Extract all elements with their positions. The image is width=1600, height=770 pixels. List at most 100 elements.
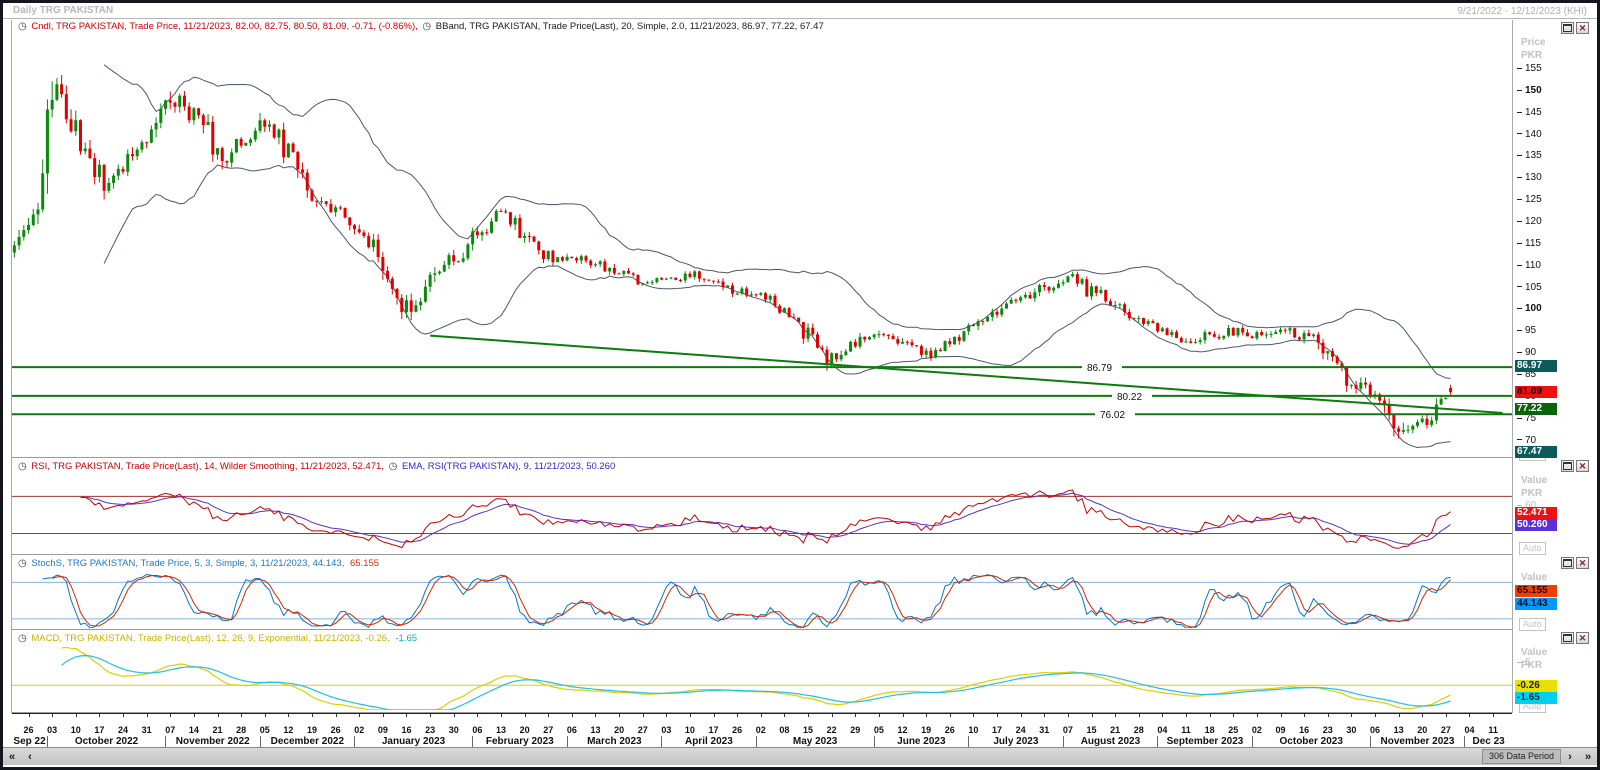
day-label: 23 [1323,725,1333,735]
axis-header: Value [1521,571,1547,584]
price-chart-area[interactable]: 86.7980.2276.02 [12,34,1512,458]
support-line-label: 80.22 [1117,392,1142,403]
value-badge: 52.471 [1515,507,1557,519]
value-tick-label: 5 [1517,657,1531,668]
scroll-far-right-button[interactable]: » [1579,749,1597,764]
rsi-legend: ◷ RSI, TRG PAKISTAN, Trade Price(Last), … [16,461,615,474]
close-icon: ✕ [1579,559,1587,568]
day-tick [1210,714,1211,717]
day-label: 29 [850,725,860,735]
horizontal-scrollbar[interactable]: « ‹ 306 Data Period › » [3,747,1597,765]
rsi-chart-area[interactable] [12,476,1512,552]
axis-auto-toggle[interactable]: Auto [1519,542,1546,555]
day-tick [548,714,549,717]
price-axis: ✕PricePKR1551501451401351301251201151101… [1513,20,1597,458]
day-tick [714,714,715,717]
close-window-button[interactable]: ✕ [1576,632,1589,644]
day-label: 30 [449,725,459,735]
restore-window-button[interactable] [1561,557,1574,569]
price-tick-label: 115 [1517,238,1541,249]
close-window-button[interactable]: ✕ [1576,460,1589,472]
day-tick [147,714,148,717]
title-bar: Daily TRG PAKISTAN 9/21/2022 - 12/12/202… [3,3,1597,19]
day-label: 09 [1275,725,1285,735]
legend-bband-series[interactable]: BBand, TRG PAKISTAN, Trade Price(Last), … [436,21,824,32]
legend-rsi-series[interactable]: RSI, TRG PAKISTAN, Trade Price(Last), 14… [31,461,384,472]
value-badge: 44.143 [1515,598,1557,610]
day-label: 20 [1417,725,1427,735]
day-label: 03 [661,725,671,735]
support-line-label: 76.02 [1100,410,1125,421]
day-label: 23 [425,725,435,735]
price-tick-label: 70 [1517,435,1536,446]
scroll-far-left-button[interactable]: « [3,749,21,764]
day-label: 07 [1063,725,1073,735]
day-label: 02 [354,725,364,735]
restore-window-button[interactable] [1561,22,1574,34]
day-tick [903,714,904,717]
day-label: 31 [1039,725,1049,735]
close-window-button[interactable]: ✕ [1576,557,1589,569]
day-tick [666,714,667,717]
day-label: 11 [1181,725,1191,735]
price-tick-label: 105 [1517,282,1542,293]
day-label: 17 [709,725,719,735]
day-label: 25 [1228,725,1238,735]
day-tick [997,714,998,717]
close-icon: ✕ [1579,462,1587,471]
day-tick [1281,714,1282,717]
day-tick [1092,714,1093,717]
price-panel: ◷ Cndl, TRG PAKISTAN, Trade Price, 11/21… [12,20,1512,458]
stoch-panel: ◷ StochS, TRG PAKISTAN, Trade Price, 5, … [12,555,1512,630]
clock-icon: ◷ [18,633,27,644]
day-label: 12 [898,725,908,735]
restore-window-button[interactable] [1561,460,1574,472]
day-label: 05 [874,725,884,735]
close-icon: ✕ [1579,634,1587,643]
price-tick-label: 130 [1517,172,1542,183]
legend-macd-series[interactable]: MACD, TRG PAKISTAN, Trade Price(Last), 1… [31,633,389,644]
day-tick [359,714,360,717]
day-tick [1351,714,1352,717]
stoch-axis: ✕Value65.15544.143Auto [1513,555,1597,630]
day-label: 02 [1252,725,1262,735]
day-label: 20 [614,725,624,735]
day-tick [1328,714,1329,717]
day-tick [619,714,620,717]
close-window-button[interactable]: ✕ [1576,22,1589,34]
scroll-right-button[interactable]: › [1561,749,1579,764]
day-label: 16 [401,725,411,735]
day-label: 27 [543,725,553,735]
day-label: 31 [142,725,152,735]
macd-chart-area[interactable] [12,647,1512,710]
clock-icon: ◷ [18,21,27,32]
legend-stoch-series[interactable]: StochS, TRG PAKISTAN, Trade Price, 5, 3,… [31,558,344,569]
day-tick [501,714,502,717]
day-label: 06 [1370,725,1380,735]
day-label: 21 [1110,725,1120,735]
day-label: 06 [472,725,482,735]
day-label: 26 [945,725,955,735]
day-tick [1068,714,1069,717]
price-tick-label: 155 [1517,63,1542,74]
date-range: 9/21/2022 - 12/12/2023 (KHI) [1457,6,1587,17]
day-tick [52,714,53,717]
restore-icon [1563,559,1572,567]
day-tick [288,714,289,717]
axis-header: Value [1521,474,1547,487]
day-tick [383,714,384,717]
day-label: 07 [165,725,175,735]
clock-icon: ◷ [389,461,398,472]
day-label: 27 [638,725,648,735]
data-period-control[interactable]: 306 Data Period [1482,749,1561,764]
legend-macd-signal-value[interactable]: -1.65 [395,633,417,644]
legend-stoch-d-value[interactable]: 65.155 [350,558,379,569]
day-tick [336,714,337,717]
legend-candle-series[interactable]: Cndl, TRG PAKISTAN, Trade Price, 11/21/2… [31,21,417,32]
day-label: 03 [47,725,57,735]
scroll-left-button[interactable]: ‹ [21,749,39,764]
restore-window-button[interactable] [1561,632,1574,644]
day-tick [784,714,785,717]
legend-rsi-ema-series[interactable]: EMA, RSI(TRG PAKISTAN), 9, 11/21/2023, 5… [402,461,615,472]
stoch-chart-area[interactable] [12,572,1512,628]
